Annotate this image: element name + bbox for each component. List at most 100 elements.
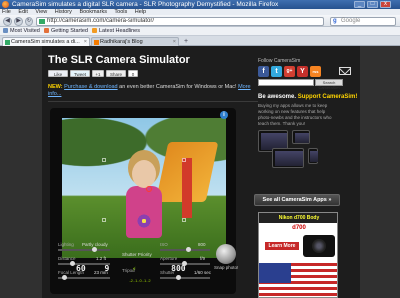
share-button[interactable]: Share [106,70,126,77]
shutter-label: Shutter [160,270,175,275]
af-point [102,218,106,222]
forward-button[interactable]: ▶ [14,17,23,26]
af-point [182,158,186,162]
tab-favicon [94,40,99,45]
reload-icon[interactable]: ↻ [25,17,33,26]
aperture-value: f/9 [200,256,206,261]
bookmark-icon [3,28,8,34]
snap-photo-label: Snap photo! [214,265,239,270]
focus-point [146,186,152,192]
bookmark-icon [44,28,49,34]
tab-favicon [5,40,10,45]
aperture-label: Aperture [160,256,178,261]
site-favicon [39,19,45,24]
firefox-icon [2,1,9,8]
nikon-ad[interactable]: Nikon d700 Body d700 Learn More [258,212,338,298]
search-input[interactable]: g Google [330,17,396,26]
maximize-button[interactable]: □ [367,1,378,8]
new-label: NEW: [48,84,63,90]
tweet-button[interactable]: Tweet [70,70,90,77]
focal-length-slider-knob[interactable] [62,275,67,280]
focal-length-label: Focal Length [58,270,85,275]
tab-camerasim[interactable]: CameraSim simulates a di... × [2,37,90,46]
info-icon[interactable]: i [220,111,228,119]
youtube-icon[interactable]: Y [297,66,308,77]
iso-value: 800 [198,242,206,247]
shutter-value: 1/60 sec [194,270,212,275]
bookmark-label: Latest Headlines [99,28,140,34]
bookmark-most-visited[interactable]: Most Visited [3,27,40,36]
aperture-slider-knob[interactable] [182,261,187,266]
web-page: The SLR Camera Simulator Like Tweet +1 S… [0,46,400,298]
iso-slider[interactable] [160,249,210,251]
lighting-slider[interactable] [58,249,110,251]
window-titlebar: CameraSim simulates a digital SLR camera… [0,0,400,9]
share-count: 0 [128,70,138,77]
lighting-slider-knob[interactable] [92,247,97,252]
tab-label: CameraSim simulates a di... [11,39,80,45]
girl-head [132,160,156,188]
page-title: The SLR Camera Simulator [48,54,190,66]
twitter-icon[interactable]: t [271,66,282,77]
support-heading-bold: Be awesome. [258,94,297,100]
google-icon: g [333,18,337,24]
device-screen [295,133,309,143]
promo-text: NEW: Purchase & download an even better … [48,84,258,98]
lighting-label: Lighting [58,242,74,247]
phone-device [308,148,318,164]
tab-close-icon[interactable]: × [173,38,176,46]
tablet-device [292,130,310,144]
support-heading-accent: Support CameraSim! [296,94,358,100]
rss-icon[interactable]: rss [310,66,321,77]
address-bar[interactable]: http://camerasim.com/camera-simulator/ ★ [36,17,324,26]
close-button[interactable]: x [380,1,391,8]
mail-icon[interactable] [339,67,351,75]
iso-slider-knob[interactable] [186,247,191,252]
girl-subject [126,186,162,238]
tab-label: Radhikaraj's Blog [100,39,143,45]
af-point [102,158,106,162]
shutter-slider[interactable] [160,277,210,279]
bookmark-latest-headlines[interactable]: Latest Headlines [92,27,140,36]
site-search-input[interactable] [258,79,314,86]
tripod-checkbox[interactable]: Tripod [122,268,135,273]
flower-bouquet [136,214,152,228]
distance-slider[interactable] [58,263,110,265]
promo-body: an even better CameraSim for Windows or … [117,84,237,90]
site-search-button[interactable]: Search CameraSim [315,79,343,90]
navigation-bar: ◀ ▶ ↻ http://camerasim.com/camera-simula… [0,15,400,27]
distance-slider-knob[interactable] [70,261,75,266]
support-text: Buying my apps allows me to keep working… [258,103,332,126]
facebook-icon[interactable]: f [258,66,269,77]
back-button[interactable]: ◀ [3,17,12,26]
shutter-slider-knob[interactable] [176,275,181,280]
iso-label: ISO [160,242,168,247]
minimize-button[interactable]: _ [354,1,365,8]
see-all-apps-button[interactable]: See all CameraSim Apps » [254,194,340,206]
camera-body-image [303,235,335,257]
shutter-priority-mode[interactable]: Shutter Priority [122,252,152,257]
bookmarks-toolbar: Most Visited Getting Started Latest Head… [0,27,400,36]
googleplus-icon[interactable]: g+ [284,66,295,77]
flag-image [259,263,337,297]
tab-blog[interactable]: Radhikaraj's Blog × [91,37,179,46]
purchase-link[interactable]: Purchase & download [64,84,118,90]
search-placeholder: Google [341,18,361,24]
tab-close-icon[interactable]: × [84,38,87,46]
playground-post [182,158,192,218]
plusone-button[interactable]: +1 [92,70,104,77]
like-button[interactable]: Like [48,70,68,77]
window-title: CameraSim simulates a digital SLR camera… [12,1,279,8]
divider [48,101,258,102]
devices-image[interactable] [258,130,336,170]
af-point [182,218,186,222]
laptop-device [272,148,304,168]
snap-photo-button[interactable] [216,244,236,264]
new-tab-button[interactable]: + [182,38,190,46]
bookmark-getting-started[interactable]: Getting Started [44,27,88,36]
learn-more-button[interactable]: Learn More [265,242,299,250]
device-screen [275,151,303,166]
tab-bar: CameraSim simulates a di... × Radhikaraj… [0,36,400,46]
viewfinder-photo[interactable] [62,118,226,258]
support-heading: Be awesome. Support CameraSim! [258,94,357,100]
